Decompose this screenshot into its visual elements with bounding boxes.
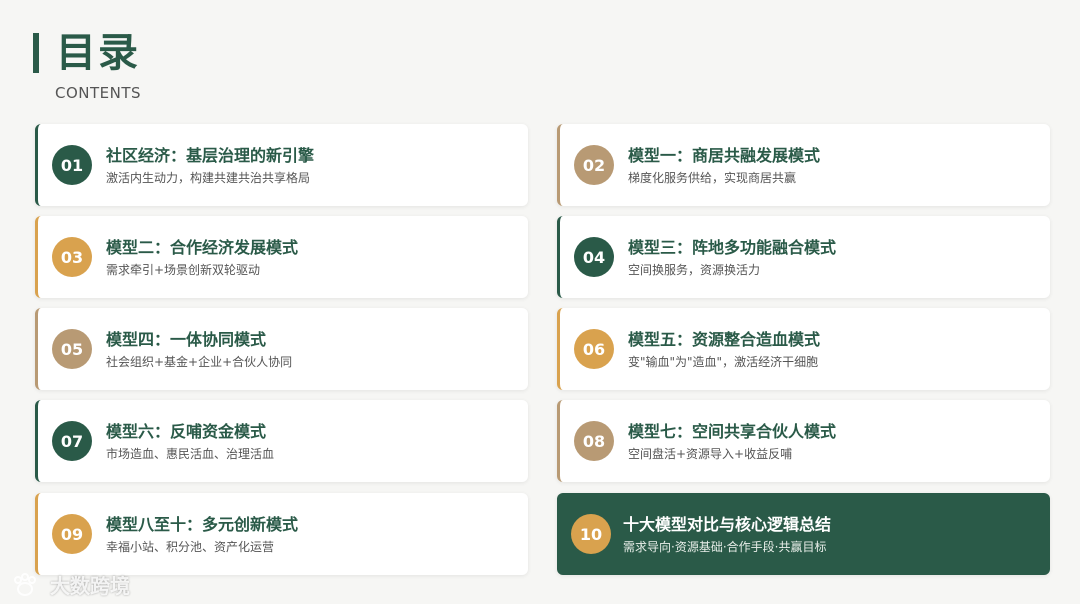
item-title: 模型二：合作经济发展模式	[106, 238, 299, 257]
item-number-badge: 05	[52, 329, 92, 369]
item-description: 空间盘活+资源导入+收益反哺	[628, 447, 793, 461]
paw-logo-icon	[8, 572, 44, 598]
item-title: 模型七：空间共享合伙人模式	[628, 422, 837, 441]
watermark-text: 大数跨境	[50, 574, 130, 598]
item-number-badge: 06	[574, 329, 614, 369]
item-number-badge: 01	[52, 145, 92, 185]
contents-item-10[interactable]: 10 十大模型对比与核心逻辑总结 需求导向·资源基础·合作手段·共赢目标	[557, 493, 1050, 575]
item-number-badge: 03	[52, 237, 92, 277]
item-title: 模型一：商居共融发展模式	[628, 146, 821, 165]
contents-item-07[interactable]: 07 模型六：反哺资金模式 市场造血、惠民活血、治理活血	[35, 400, 528, 482]
contents-item-02[interactable]: 02 模型一：商居共融发展模式 梯度化服务供给，实现商居共赢	[557, 124, 1050, 206]
contents-item-06[interactable]: 06 模型五：资源整合造血模式 变"输血"为"造血"，激活经济干细胞	[557, 308, 1050, 390]
title-accent-bar	[33, 33, 39, 73]
item-description: 需求导向·资源基础·合作手段·共赢目标	[623, 540, 827, 554]
item-description: 社会组织+基金+企业+合伙人协同	[106, 355, 293, 369]
item-number-badge: 07	[52, 421, 92, 461]
item-description: 幸福小站、积分池、资产化运营	[106, 540, 275, 554]
item-description: 激活内生动力，构建共建共治共享格局	[106, 171, 311, 185]
contents-item-09[interactable]: 09 模型八至十：多元创新模式 幸福小站、积分池、资产化运营	[35, 493, 528, 575]
contents-item-03[interactable]: 03 模型二：合作经济发展模式 需求牵引+场景创新双轮驱动	[35, 216, 528, 298]
item-description: 需求牵引+场景创新双轮驱动	[106, 263, 261, 277]
page-title: 目录	[56, 30, 140, 76]
item-title: 社区经济：基层治理的新引擎	[106, 146, 315, 165]
item-title: 模型八至十：多元创新模式	[106, 515, 299, 534]
item-number-badge: 08	[574, 421, 614, 461]
item-title: 模型三：阵地多功能融合模式	[628, 238, 837, 257]
page-subtitle: CONTENTS	[55, 84, 142, 102]
contents-item-04[interactable]: 04 模型三：阵地多功能融合模式 空间换服务，资源换活力	[557, 216, 1050, 298]
item-description: 变"输血"为"造血"，激活经济干细胞	[628, 355, 819, 369]
item-title: 模型五：资源整合造血模式	[628, 330, 821, 349]
item-title: 模型六：反哺资金模式	[106, 422, 267, 441]
watermark: 大数跨境	[8, 570, 130, 599]
contents-item-08[interactable]: 08 模型七：空间共享合伙人模式 空间盘活+资源导入+收益反哺	[557, 400, 1050, 482]
item-title: 模型四：一体协同模式	[106, 330, 267, 349]
contents-item-05[interactable]: 05 模型四：一体协同模式 社会组织+基金+企业+合伙人协同	[35, 308, 528, 390]
item-description: 市场造血、惠民活血、治理活血	[106, 447, 275, 461]
item-title: 十大模型对比与核心逻辑总结	[623, 515, 832, 534]
item-number-badge: 09	[52, 514, 92, 554]
item-number-badge: 04	[574, 237, 614, 277]
contents-grid: 01 社区经济：基层治理的新引擎 激活内生动力，构建共建共治共享格局 02 模型…	[35, 124, 1050, 576]
item-number-badge: 10	[571, 514, 611, 554]
item-number-badge: 02	[574, 145, 614, 185]
item-description: 空间换服务，资源换活力	[628, 263, 761, 277]
contents-item-01[interactable]: 01 社区经济：基层治理的新引擎 激活内生动力，构建共建共治共享格局	[35, 124, 528, 206]
item-description: 梯度化服务供给，实现商居共赢	[628, 171, 797, 185]
